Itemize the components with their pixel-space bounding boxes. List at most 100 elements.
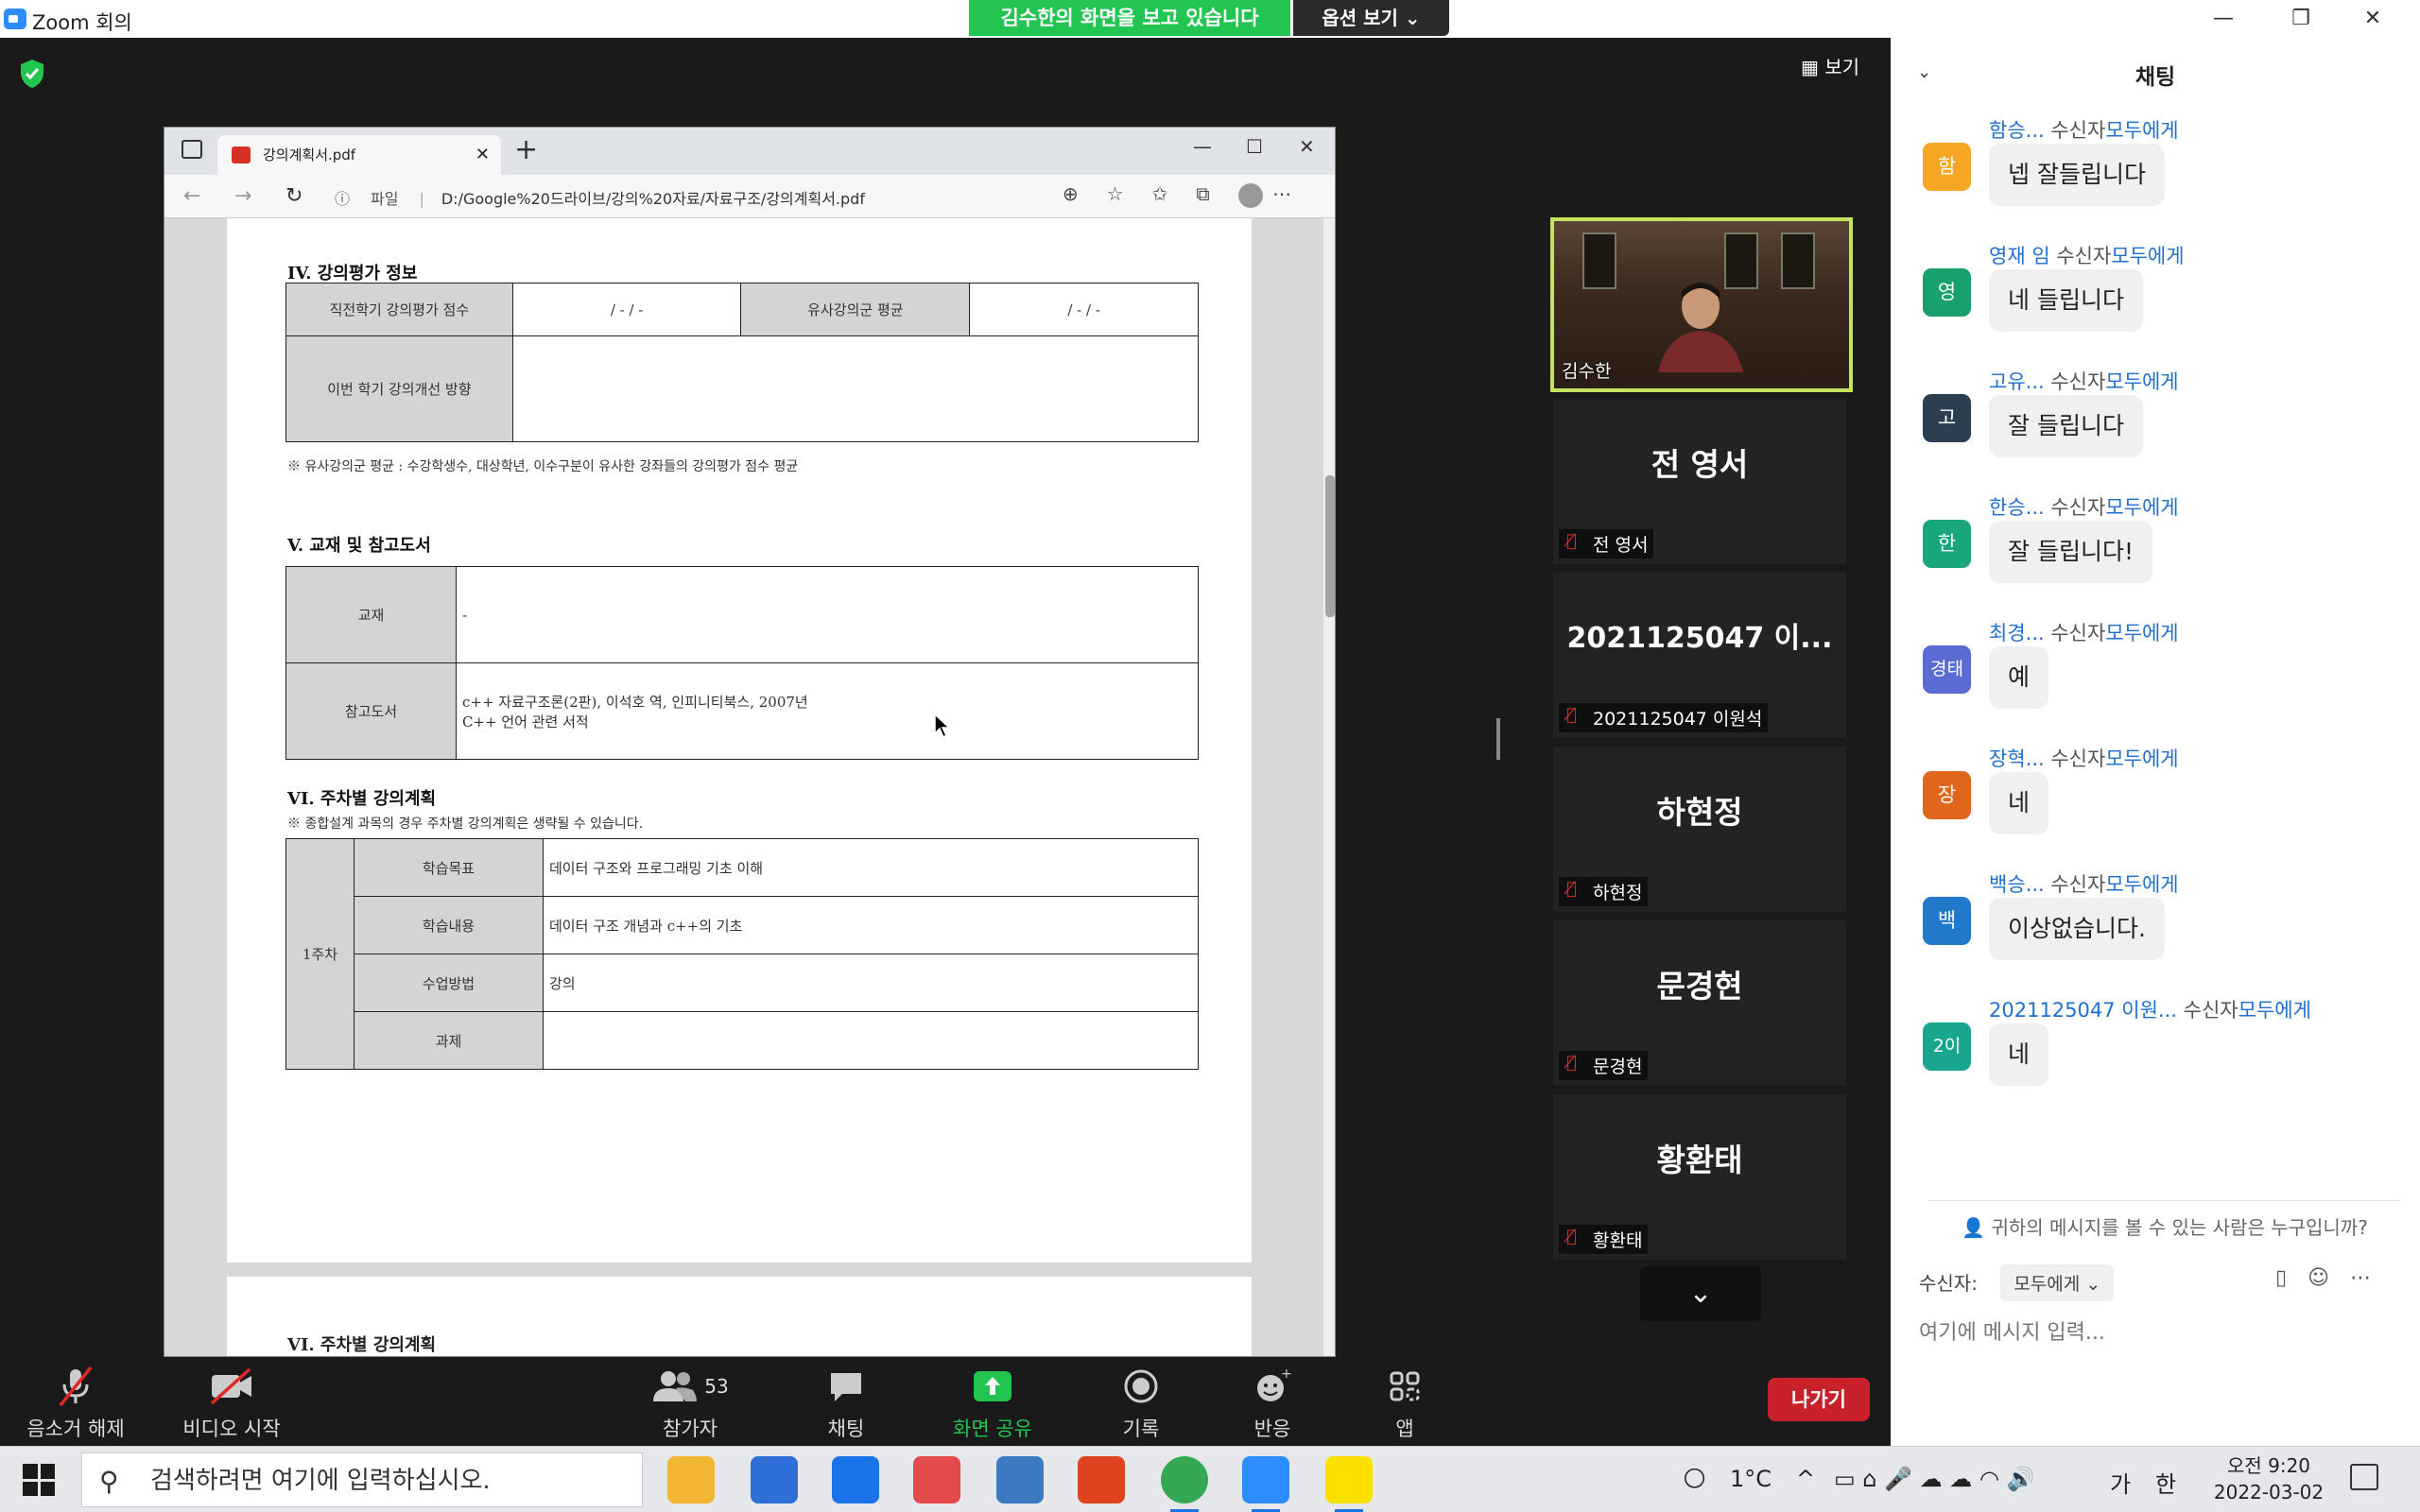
sender-name[interactable]: 한승... [1989,496,2045,519]
browser-maximize-icon[interactable]: ☐ [1246,135,1263,158]
chat-message-input[interactable] [1919,1314,2392,1351]
textbook-table: 교재 - 참고도서 c++ 자료구조론(2판), 이석호 역, 인피니티북스, … [285,566,1199,760]
apps-button[interactable]: 앱 [1357,1359,1452,1442]
file-explorer-icon[interactable] [667,1456,715,1503]
meeting-toolbar: 음소거 해제 ^ 비디오 시작 ^ 53 참가자 ^ 채팅 화면 공유 기록 +… [0,1359,1891,1446]
reference-line: c++ 자료구조론(2판), 이석호 역, 인피니티북스, 2007년 [462,693,808,711]
tab-actions-icon[interactable] [182,140,202,159]
weather-temp[interactable]: 1°C [1730,1466,1772,1492]
table-cell: 1주차 [285,838,354,1070]
chevron-down-icon[interactable]: ⌄ [1640,1266,1761,1321]
lecture-evaluation-table: 직전학기 강의평가 점수 / - / - 유사강의군 평균 / - / - 이번… [285,283,1200,442]
browser-tab[interactable]: 강의계획서.pdf ✕ [217,135,501,175]
sender-name[interactable]: 2021125047 이원... [1989,999,2177,1022]
file-icon[interactable]: ▯ [2275,1266,2308,1290]
recipient-dropdown[interactable]: 모두에게 ⌄ [2000,1264,2115,1301]
participant-tile[interactable]: 하현정 🎙̸ 하현정 [1553,747,1846,912]
participant-tile[interactable]: 전 영서 🎙̸ 전 영서 [1553,399,1846,564]
weather-icon[interactable]: 🌕 [1683,1466,1706,1492]
encryption-shield-icon[interactable] [19,59,45,89]
leave-meeting-button[interactable]: 나가기 [1768,1378,1870,1421]
office-icon[interactable] [1078,1456,1125,1503]
who-can-see-text: 귀하의 메시지를 볼 수 있는 사람은 누구입니까? [1991,1216,2368,1239]
url-separator: | [419,190,424,208]
clock-date: 2022-03-02 [2213,1481,2325,1503]
forward-icon[interactable]: → [234,184,251,208]
windows-taskbar: ⚲ 검색하려면 여기에 입력하십시오. 🌕 1°C ^ ▭ ⌂ 🎤 ☁ ☁ ◠ … [0,1446,2420,1512]
sender-name[interactable]: 함승... [1989,119,2045,142]
ime-indicator[interactable]: 한 [2155,1466,2176,1499]
participant-count: 53 [704,1375,729,1398]
footnote: ※ 유사강의군 평균 : 수강학생수, 대상학년, 이수구분이 유사한 강좌들의… [287,459,799,474]
microsoft-store-icon[interactable] [751,1456,798,1503]
participant-tile[interactable]: 2021125047 이... 🎙̸ 2021125047 이원석 [1553,573,1846,738]
new-tab-icon[interactable]: + [514,133,538,166]
close-button[interactable]: ✕ [2344,4,2401,34]
zoom-taskbar-icon[interactable] [1242,1456,1289,1512]
back-icon[interactable]: ← [183,184,200,208]
message-bubble: 잘 들립니다 [1989,395,2143,457]
sender-name[interactable]: 백승... [1989,873,2045,896]
view-layout-button[interactable]: ▦ 보기 [1801,52,1859,79]
participant-tile[interactable]: 황환태 🎙̸ 황환태 [1553,1094,1846,1260]
kakaotalk-icon[interactable] [1325,1456,1373,1512]
notification-icon[interactable] [2350,1464,2378,1490]
tray-status-icons[interactable]: ▭ ⌂ 🎤 ☁ ☁ ◠ 🔊 [1834,1466,2034,1492]
recipient-label: 수신자: [1919,1272,1978,1295]
chrome-icon[interactable] [1161,1456,1208,1512]
taskbar-search-box[interactable]: ⚲ 검색하려면 여기에 입력하십시오. [81,1452,643,1507]
pdf-scrollbar[interactable] [1323,218,1335,1356]
browser-minimize-icon[interactable]: — [1193,135,1212,158]
start-video-button[interactable]: 비디오 시작 [170,1359,293,1442]
chat-message: 함 함승... 수신자모두에게 넵 잘들립니다 [1891,115,2420,241]
participants-button[interactable]: 53 참가자 [633,1359,747,1442]
panel-splitter[interactable] [1496,718,1500,760]
to-word: 수신자 [2050,747,2106,770]
message-meta: 함승... 수신자모두에게 [1989,115,2179,144]
unmute-button[interactable]: 음소거 해제 [19,1359,132,1442]
record-label: 기록 [1122,1418,1160,1440]
browser-tools[interactable]: ⊕☆✩⧉ ⋯ [1063,182,1320,205]
sync-app-icon[interactable] [913,1456,960,1503]
scrollbar-thumb[interactable] [1325,475,1335,617]
mouse-cursor-icon [934,713,951,738]
restore-button[interactable]: ❐ [2273,4,2329,34]
sender-name[interactable]: 고유... [1989,370,2045,393]
recipient-all: 모두에게 [2238,999,2311,1022]
python-icon[interactable] [996,1456,1044,1503]
message-meta: 한승... 수신자모두에게 [1989,492,2179,521]
who-can-see-link[interactable]: 👤 귀하의 메시지를 볼 수 있는 사람은 누구입니까? [1928,1200,2401,1240]
language-indicator[interactable]: 가 [2110,1466,2131,1499]
taskbar-clock[interactable]: 오전 9:20 2022-03-02 [2203,1452,2335,1505]
sender-name[interactable]: 최경... [1989,622,2045,644]
reactions-button[interactable]: + 반응 [1225,1359,1320,1442]
url-field[interactable]: ⓘ 파일 | D:/Google%20드라이브/강의%20자료/자료구조/강의계획서.… [335,186,865,209]
record-button[interactable]: 기록 [1094,1359,1188,1442]
apps-icon [1357,1359,1452,1414]
minimize-button[interactable]: — [2195,4,2252,34]
mail-icon[interactable] [832,1456,879,1503]
participant-label-text: 2021125047 이원석 [1593,709,1763,730]
sender-name[interactable]: 장혁... [1989,747,2045,770]
message-bubble: 넵 잘들립니다 [1989,144,2165,206]
tray-chevron-icon[interactable]: ^ [1796,1466,1815,1492]
sender-name[interactable]: 영재 임 [1989,245,2050,267]
more-icon[interactable]: ⋯ [2350,1266,2392,1290]
table-cell: 과제 [354,1011,544,1070]
share-screen-button[interactable]: 화면 공유 [941,1359,1045,1442]
view-options-button[interactable]: 옵션 보기 ⌄ [1293,0,1449,36]
chat-button[interactable]: 채팅 [799,1359,893,1442]
emoji-icon[interactable]: ☺ [2308,1266,2350,1290]
participant-label: 🎙̸ 황환태 [1559,1225,1649,1254]
tab-close-icon[interactable]: ✕ [475,135,490,175]
participant-label-text: 문경현 [1593,1057,1643,1077]
unmute-label: 음소거 해제 [26,1418,125,1440]
audio-options-caret[interactable]: ^ [0,1359,12,1377]
participant-tile[interactable]: 문경현 🎙̸ 문경현 [1553,920,1846,1086]
active-speaker-tile[interactable]: 김수한 [1550,217,1853,392]
windows-start-icon[interactable] [23,1464,55,1496]
browser-close-icon[interactable]: ✕ [1299,135,1315,158]
table-cell: 이번 학기 강의개선 방향 [285,335,513,442]
screen-share-banner: 김수한의 화면을 보고 있습니다 [969,0,1290,36]
refresh-icon[interactable]: ↻ [285,184,302,208]
